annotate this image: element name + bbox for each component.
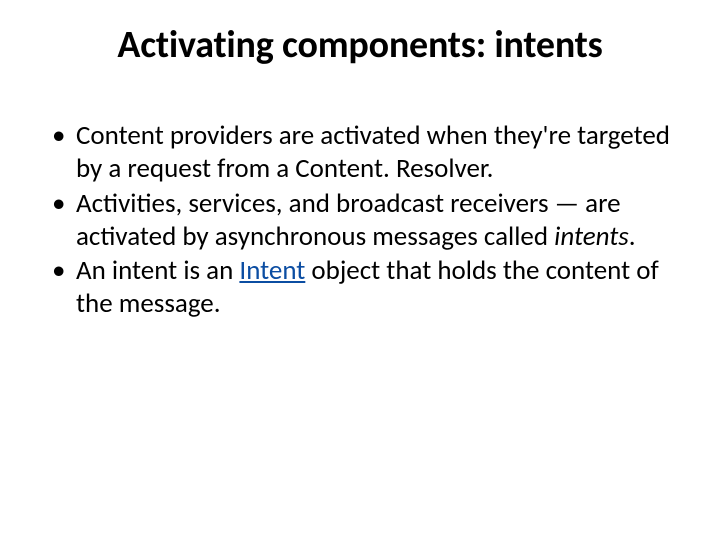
bullet-text-post: . — [629, 220, 636, 253]
slide-title: Activating components: intents — [48, 24, 672, 68]
intent-link[interactable]: Intent — [239, 254, 305, 287]
bullet-text-pre: Activities, services, and broadcast rece… — [76, 187, 621, 253]
list-item: Content providers are activated when the… — [48, 120, 672, 186]
bullet-text: Content providers are activated when the… — [76, 119, 670, 185]
list-item: An intent is an Intent object that holds… — [48, 255, 672, 321]
slide: Activating components: intents Content p… — [0, 0, 720, 540]
list-item: Activities, services, and broadcast rece… — [48, 188, 672, 254]
bullet-list: Content providers are activated when the… — [48, 120, 672, 322]
bullet-text-em: intents — [554, 220, 629, 253]
bullet-text-pre: An intent is an — [76, 254, 239, 287]
